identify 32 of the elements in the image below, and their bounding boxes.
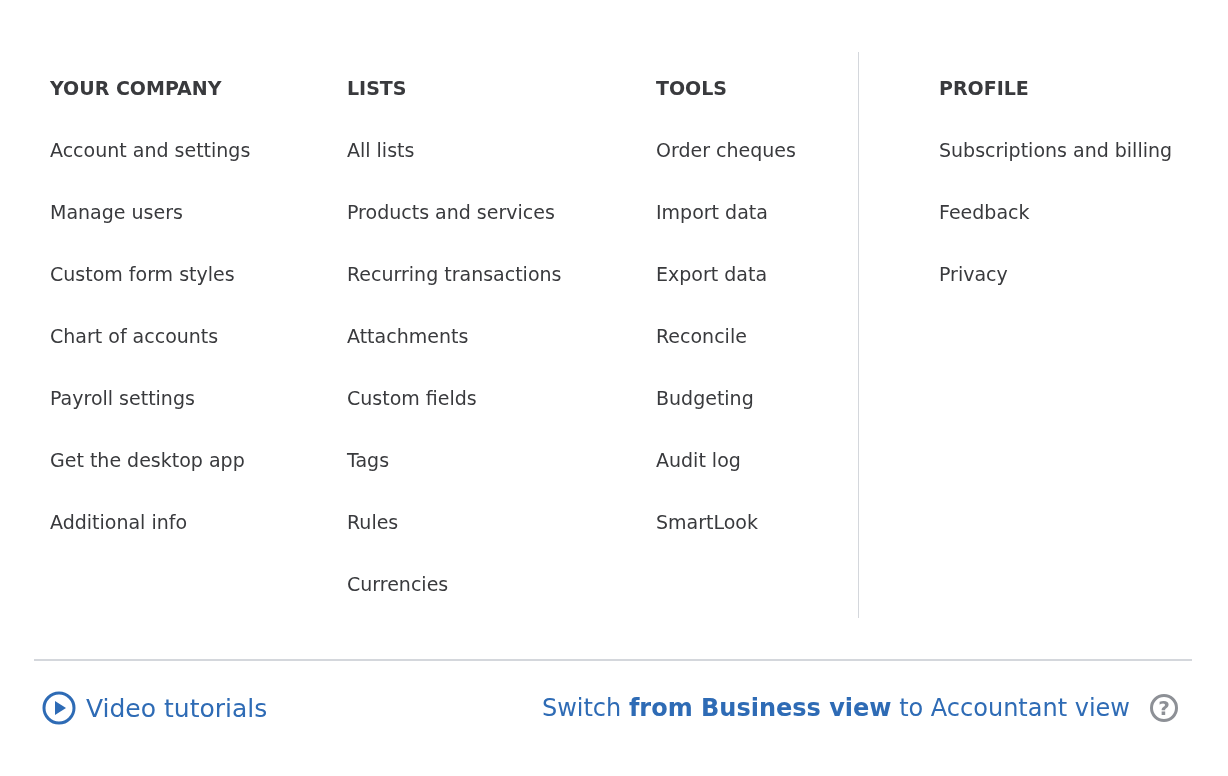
- menu-link[interactable]: Order cheques: [656, 135, 796, 165]
- column-heading: TOOLS: [656, 76, 729, 101]
- menu-link[interactable]: All lists: [347, 135, 415, 165]
- menu-link[interactable]: Custom form styles: [50, 259, 235, 289]
- menu-link[interactable]: SmartLook: [656, 507, 758, 537]
- menu-link[interactable]: Get the desktop app: [50, 445, 245, 475]
- menu-link[interactable]: Import data: [656, 197, 768, 227]
- menu-link[interactable]: Export data: [656, 259, 768, 289]
- menu-link[interactable]: Manage users: [50, 197, 183, 227]
- switch-view-link[interactable]: Switch from Business view to Accountant view: [541, 694, 1130, 722]
- menu-link[interactable]: Privacy: [939, 259, 1008, 289]
- menu-link[interactable]: Feedback: [939, 197, 1030, 227]
- menu-link[interactable]: Subscriptions and billing: [939, 135, 1173, 165]
- menu-link[interactable]: Products and services: [347, 197, 555, 227]
- column-heading: LISTS: [347, 76, 408, 101]
- menu-link[interactable]: Custom fields: [347, 383, 477, 413]
- menu-link[interactable]: Rules: [347, 507, 399, 537]
- column-heading: PROFILE: [939, 76, 1030, 101]
- menu-link[interactable]: Budgeting: [656, 383, 754, 413]
- menu-link[interactable]: Additional info: [50, 507, 188, 537]
- menu-link[interactable]: Attachments: [347, 321, 469, 351]
- menu-link[interactable]: Account and settings: [50, 135, 251, 165]
- menu-link[interactable]: Chart of accounts: [50, 321, 219, 351]
- menu-link[interactable]: Currencies: [347, 569, 449, 599]
- video-tutorials-link[interactable]: Video tutorials: [42, 691, 268, 725]
- column-heading: YOUR COMPANY: [50, 76, 223, 101]
- menu-link[interactable]: Audit log: [656, 445, 741, 475]
- menu-link[interactable]: Tags: [347, 445, 390, 475]
- play-icon: [42, 691, 76, 725]
- menu-link[interactable]: Recurring transactions: [347, 259, 562, 289]
- menu-link[interactable]: Payroll settings: [50, 383, 195, 413]
- menu-link[interactable]: Reconcile: [656, 321, 747, 351]
